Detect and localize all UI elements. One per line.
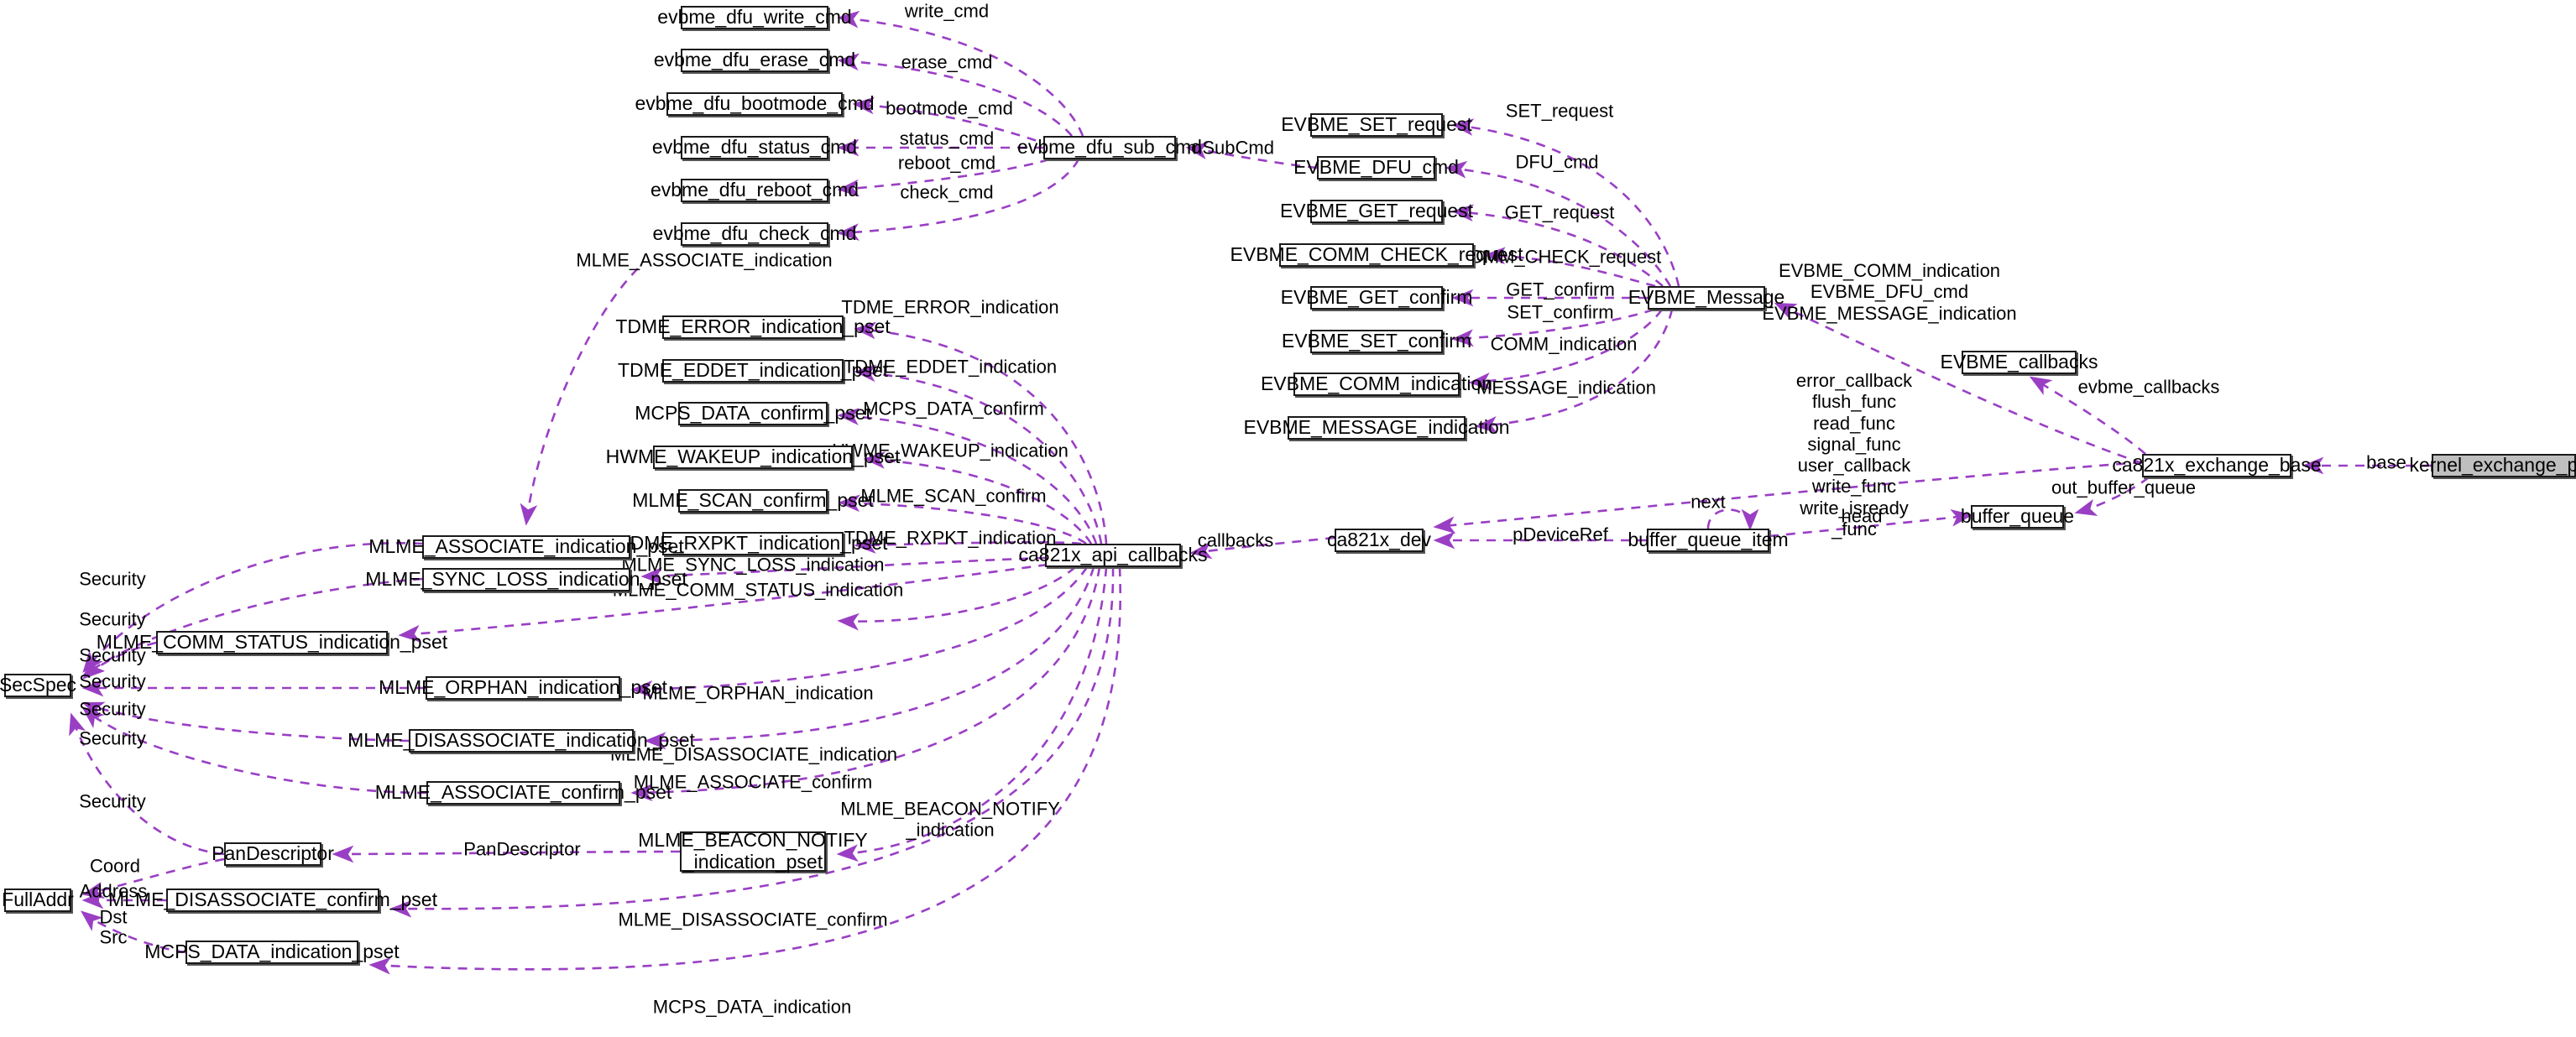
- edge-MLME_SYNC_LOSS_indication_pset-to-SecSpec: [81, 577, 423, 677]
- edge-MLME_ASSOCIATE_indication_pset-to-MLME_ASSOCIATE_indication_pset_arrow: [520, 268, 639, 526]
- node-kernel_exchange_priv[interactable]: kernel_exchange_priv: [2409, 454, 2576, 477]
- edge-ca821x_exchange_base-to-buffer_queue: [2074, 476, 2150, 516]
- node-MLME_ORPHAN_indication_pset[interactable]: MLME_ORPHAN_indication_pset: [379, 676, 667, 700]
- edge-paths: [69, 10, 2432, 975]
- node-evbme_dfu_write_cmd[interactable]: evbme_dfu_write_cmd: [657, 6, 852, 29]
- node-EVBME_MESSAGE_indication[interactable]: EVBME_MESSAGE_indication: [1243, 416, 1510, 440]
- edge-buffer_queue_item-to-buffer_queue_item: [1706, 508, 1759, 531]
- node-MLME_SYNC_LOSS_indication_pset[interactable]: MLME_SYNC_LOSS_indication_pset: [365, 568, 687, 591]
- node-SecSpec[interactable]: SecSpec: [0, 674, 76, 697]
- node-MCPS_DATA_indication_pset[interactable]: MCPS_DATA_indication_pset: [144, 941, 400, 964]
- node-HWME_WAKEUP_indication_pset[interactable]: HWME_WAKEUP_indication_pset: [606, 446, 900, 469]
- edge-ca821x_api_callbacks-to-MLME_ASSOCIATE_confirm_pset: [630, 566, 1101, 802]
- edge-EVBME_Message-to-EVBME_DFU_cmd: [1445, 160, 1672, 287]
- node-EVBME_Message[interactable]: EVBME_Message: [1628, 286, 1784, 310]
- edge-ca821x_api_callbacks-to-TDME_ERROR_indication_pset: [854, 321, 1108, 545]
- edge-ca821x_api_callbacks-to-MLME_ASSOCIATE_indication_pset: [837, 566, 1076, 631]
- node-ca821x_dev[interactable]: ca821x_dev: [1327, 529, 1431, 552]
- node-evbme_dfu_bootmode_cmd[interactable]: evbme_dfu_bootmode_cmd: [635, 92, 875, 116]
- node-buffer_queue[interactable]: buffer_queue: [1961, 505, 2074, 529]
- node-MLME_COMM_STATUS_indication_pset[interactable]: MLME_COMM_STATUS_indication_pset: [97, 631, 447, 654]
- node-EVBME_GET_request[interactable]: EVBME_GET_request: [1280, 200, 1473, 223]
- node-MLME_BEACON_NOTIFY_indication_pset[interactable]: MLME_BEACON_NOTIFY _indication_pset: [638, 829, 868, 873]
- edge-ca821x_api_callbacks-to-HWME_WAKEUP_indication_pset: [863, 451, 1093, 545]
- node-buffer_queue_item[interactable]: buffer_queue_item: [1628, 529, 1789, 552]
- node-EVBME_DFU_cmd[interactable]: EVBME_DFU_cmd: [1293, 156, 1459, 180]
- node-MLME_DISASSOCIATE_indication_pset[interactable]: MLME_DISASSOCIATE_indication_pset: [347, 729, 695, 753]
- node-MLME_ASSOCIATE_confirm_pset[interactable]: MLME_ASSOCIATE_confirm_pset: [375, 781, 671, 805]
- edge-PanDescriptor-to-SecSpec: [69, 712, 225, 856]
- node-EVBME_COMM_indication[interactable]: EVBME_COMM_indication: [1261, 373, 1492, 396]
- collaboration-diagram: evbme_dfu_write_cmd evbme_dfu_erase_cmdev…: [0, 0, 2576, 1037]
- node-ca821x_api_callbacks[interactable]: ca821x_api_callbacks: [1018, 544, 1208, 567]
- edge-buffer_queue_item-to-buffer_queue: [1769, 509, 1973, 538]
- node-EVBME_GET_confirm[interactable]: EVBME_GET_confirm: [1281, 286, 1472, 310]
- node-evbme_dfu_status_cmd[interactable]: evbme_dfu_status_cmd: [652, 136, 857, 159]
- edge-evbme_dfu_sub_cmd-to-evbme_dfu_write_cmd: [837, 10, 1084, 137]
- edge-ca821x_exchange_base-to-EVBME_Message: [1774, 302, 2143, 465]
- node-EVBME_COMM_CHECK_request[interactable]: EVBME_COMM_CHECK_request: [1231, 243, 1523, 267]
- node-ca821x_exchange_base[interactable]: ca821x_exchange_base: [2112, 454, 2322, 477]
- node-EVBME_SET_confirm[interactable]: EVBME_SET_confirm: [1282, 330, 1471, 353]
- edge-evbme_dfu_sub_cmd-to-evbme_dfu_reboot_cmd: [837, 158, 1050, 197]
- node-MCPS_DATA_confirm_pset[interactable]: MCPS_DATA_confirm_pset: [635, 402, 871, 425]
- edge-ca821x_api_callbacks-to-MLME_BEACON_NOTIFY_indication_pset: [836, 566, 1108, 862]
- node-evbme_dfu_sub_cmd[interactable]: evbme_dfu_sub_cmd: [1017, 136, 1202, 159]
- edge-EVBME_Message-to-EVBME_SET_confirm: [1451, 308, 1654, 347]
- edge-ca821x_api_callbacks-to-MLME_ORPHAN_indication_pset: [630, 566, 1089, 698]
- node-evbme_dfu_reboot_cmd[interactable]: evbme_dfu_reboot_cmd: [651, 179, 859, 202]
- node-evbme_dfu_erase_cmd[interactable]: evbme_dfu_erase_cmd: [654, 49, 855, 72]
- node-MLME_DISASSOCIATE_confirm_pset[interactable]: MLME_DISASSOCIATE_confirm_pset: [108, 888, 437, 912]
- node-EVBME_SET_request[interactable]: EVBME_SET_request: [1281, 113, 1472, 137]
- node-FullAddr[interactable]: FullAddr: [2, 888, 74, 912]
- node-MLME_ASSOCIATE_indication_pset[interactable]: MLME_ASSOCIATE_indication_pset: [368, 535, 684, 559]
- node-evbme_dfu_check_cmd[interactable]: evbme_dfu_check_cmd: [653, 222, 856, 246]
- edge-ca821x_api_callbacks-to-MLME_SYNC_LOSS_indication_pset: [640, 556, 1046, 585]
- edge-ca821x_api_callbacks-to-MCPS_DATA_confirm_pset: [837, 408, 1098, 545]
- edge-MLME_BEACON_NOTIFY_indication_pset-to-PanDescriptor: [332, 845, 681, 863]
- node-PanDescriptor[interactable]: PanDescriptor: [212, 842, 334, 866]
- edge-layer: [69, 10, 2432, 975]
- node-EVBME_callbacks[interactable]: EVBME_callbacks: [1941, 351, 2098, 374]
- node-TDME_ERROR_indication_pset[interactable]: TDME_ERROR_indication_pset: [615, 315, 891, 339]
- node-MLME_SCAN_confirm_pset[interactable]: MLME_SCAN_confirm_pset: [632, 489, 874, 513]
- edge-EVBME_Message-to-EVBME_MESSAGE_indication: [1475, 309, 1674, 434]
- node-TDME_EDDET_indication_pset[interactable]: TDME_EDDET_indication_pset: [618, 359, 888, 383]
- edge-ca821x_dev-to-ca821x_api_callbacks: [1189, 536, 1335, 560]
- edge-evbme_dfu_sub_cmd-to-evbme_dfu_check_cmd: [837, 159, 1080, 242]
- node-TDME_RXPKT_indication_pset[interactable]: TDME_RXPKT_indication_pset: [619, 532, 887, 555]
